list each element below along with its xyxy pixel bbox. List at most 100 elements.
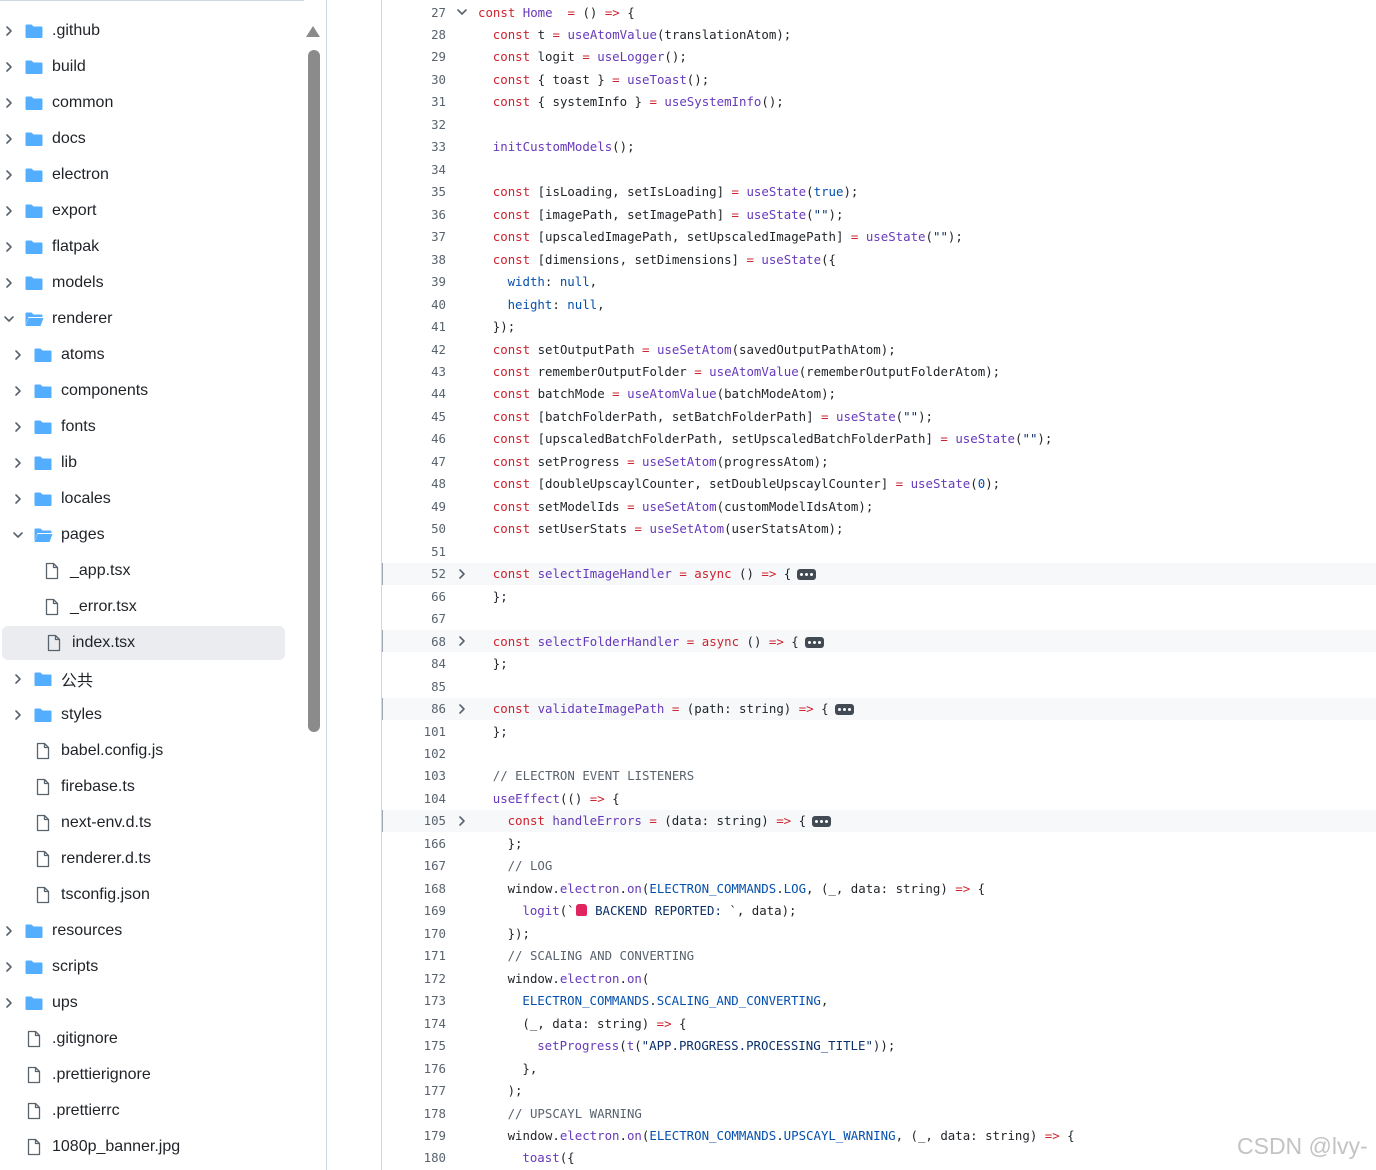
tree-folder-item[interactable]: common (0, 86, 286, 120)
line-number[interactable]: 104 (382, 791, 446, 806)
chevron-right-icon[interactable] (2, 96, 16, 110)
line-number[interactable]: 37 (382, 229, 446, 244)
line-number[interactable]: 102 (382, 746, 446, 761)
line-number[interactable]: 44 (382, 386, 446, 401)
chevron-right-icon[interactable] (11, 348, 25, 362)
chevron-right-icon[interactable] (2, 204, 16, 218)
tree-folder-item[interactable]: locales (0, 482, 286, 516)
chevron-down-icon[interactable] (11, 528, 25, 542)
panel-divider[interactable] (326, 0, 327, 1170)
fold-chevron-right-icon[interactable] (446, 635, 478, 647)
line-number[interactable]: 42 (382, 342, 446, 357)
expand-fold-ellipsis-icon[interactable] (804, 636, 824, 648)
expand-fold-ellipsis-icon[interactable] (797, 569, 817, 581)
line-number[interactable]: 167 (382, 858, 446, 873)
line-number[interactable]: 31 (382, 94, 446, 109)
line-number[interactable]: 49 (382, 499, 446, 514)
line-number[interactable]: 40 (382, 297, 446, 312)
chevron-right-icon[interactable] (11, 708, 25, 722)
chevron-right-icon[interactable] (11, 456, 25, 470)
tree-folder-item[interactable]: lib (0, 446, 286, 480)
line-number[interactable]: 180 (382, 1150, 446, 1165)
line-number[interactable]: 174 (382, 1016, 446, 1031)
chevron-right-icon[interactable] (2, 924, 16, 938)
line-number[interactable]: 67 (382, 611, 446, 626)
tree-folder-item[interactable]: atoms (0, 338, 286, 372)
chevron-right-icon[interactable] (2, 60, 16, 74)
line-number[interactable]: 47 (382, 454, 446, 469)
line-number[interactable]: 51 (382, 544, 446, 559)
tree-folder-item[interactable]: ups (0, 986, 286, 1020)
tree-folder-item[interactable]: docs (0, 122, 286, 156)
chevron-right-icon[interactable] (2, 24, 16, 38)
line-number[interactable]: 27 (382, 5, 446, 20)
tree-file-item[interactable]: _error.tsx (0, 590, 286, 624)
line-number[interactable]: 36 (382, 207, 446, 222)
tree-file-item[interactable]: babel.config.js (0, 734, 286, 768)
line-number[interactable]: 35 (382, 184, 446, 199)
fold-chevron-right-icon[interactable] (446, 703, 478, 715)
line-number[interactable]: 166 (382, 836, 446, 851)
tree-file-item[interactable]: _app.tsx (0, 554, 286, 588)
tree-file-item[interactable]: .prettierignore (0, 1058, 286, 1092)
tree-file-item[interactable]: index.tsx (2, 626, 285, 660)
chevron-right-icon[interactable] (2, 996, 16, 1010)
tree-folder-item[interactable]: export (0, 194, 286, 228)
line-number[interactable]: 178 (382, 1106, 446, 1121)
line-number[interactable]: 34 (382, 162, 446, 177)
tree-folder-item[interactable]: components (0, 374, 286, 408)
line-number[interactable]: 176 (382, 1061, 446, 1076)
expand-fold-ellipsis-icon[interactable] (834, 704, 854, 716)
line-number[interactable]: 103 (382, 768, 446, 783)
tree-folder-item[interactable]: fonts (0, 410, 286, 444)
expand-fold-ellipsis-icon[interactable] (812, 816, 832, 828)
line-number[interactable]: 170 (382, 926, 446, 941)
line-number[interactable]: 171 (382, 948, 446, 963)
chevron-right-icon[interactable] (2, 240, 16, 254)
chevron-right-icon[interactable] (2, 276, 16, 290)
scrollbar-thumb[interactable] (308, 50, 320, 732)
chevron-right-icon[interactable] (11, 384, 25, 398)
fold-chevron-down-icon[interactable] (446, 6, 478, 18)
line-number[interactable]: 172 (382, 971, 446, 986)
tree-folder-item[interactable]: styles (0, 698, 286, 732)
line-number[interactable]: 169 (382, 903, 446, 918)
line-number[interactable]: 175 (382, 1038, 446, 1053)
line-number[interactable]: 43 (382, 364, 446, 379)
tree-folder-item[interactable]: electron (0, 158, 286, 192)
chevron-down-icon[interactable] (2, 312, 16, 326)
line-number[interactable]: 50 (382, 521, 446, 536)
line-number[interactable]: 33 (382, 139, 446, 154)
line-number[interactable]: 32 (382, 117, 446, 132)
tree-folder-item[interactable]: .github (0, 14, 286, 48)
line-number[interactable]: 52 (382, 566, 446, 581)
tree-folder-item[interactable]: scripts (0, 950, 286, 984)
chevron-right-icon[interactable] (2, 960, 16, 974)
line-number[interactable]: 85 (382, 679, 446, 694)
tree-folder-item[interactable]: pages (0, 518, 286, 552)
line-number[interactable]: 28 (382, 27, 446, 42)
line-number[interactable]: 48 (382, 476, 446, 491)
tree-folder-item[interactable]: 公共 (0, 662, 286, 696)
tree-folder-item[interactable]: models (0, 266, 286, 300)
line-number[interactable]: 30 (382, 72, 446, 87)
tree-file-item[interactable]: .prettierrc (0, 1094, 286, 1128)
tree-folder-item[interactable]: build (0, 50, 286, 84)
tree-file-item[interactable]: renderer.d.ts (0, 842, 286, 876)
line-number[interactable]: 39 (382, 274, 446, 289)
line-number[interactable]: 86 (382, 701, 446, 716)
chevron-right-icon[interactable] (2, 132, 16, 146)
chevron-right-icon[interactable] (11, 672, 25, 686)
tree-file-item[interactable]: tsconfig.json (0, 878, 286, 912)
line-number[interactable]: 38 (382, 252, 446, 267)
chevron-right-icon[interactable] (11, 420, 25, 434)
tree-folder-item[interactable]: renderer (0, 302, 286, 336)
line-number[interactable]: 177 (382, 1083, 446, 1098)
fold-chevron-right-icon[interactable] (446, 568, 478, 580)
line-number[interactable]: 29 (382, 49, 446, 64)
line-number[interactable]: 84 (382, 656, 446, 671)
line-number[interactable]: 105 (382, 813, 446, 828)
scroll-up-arrow-icon[interactable] (306, 26, 320, 37)
fold-chevron-right-icon[interactable] (446, 815, 478, 827)
line-number[interactable]: 101 (382, 724, 446, 739)
